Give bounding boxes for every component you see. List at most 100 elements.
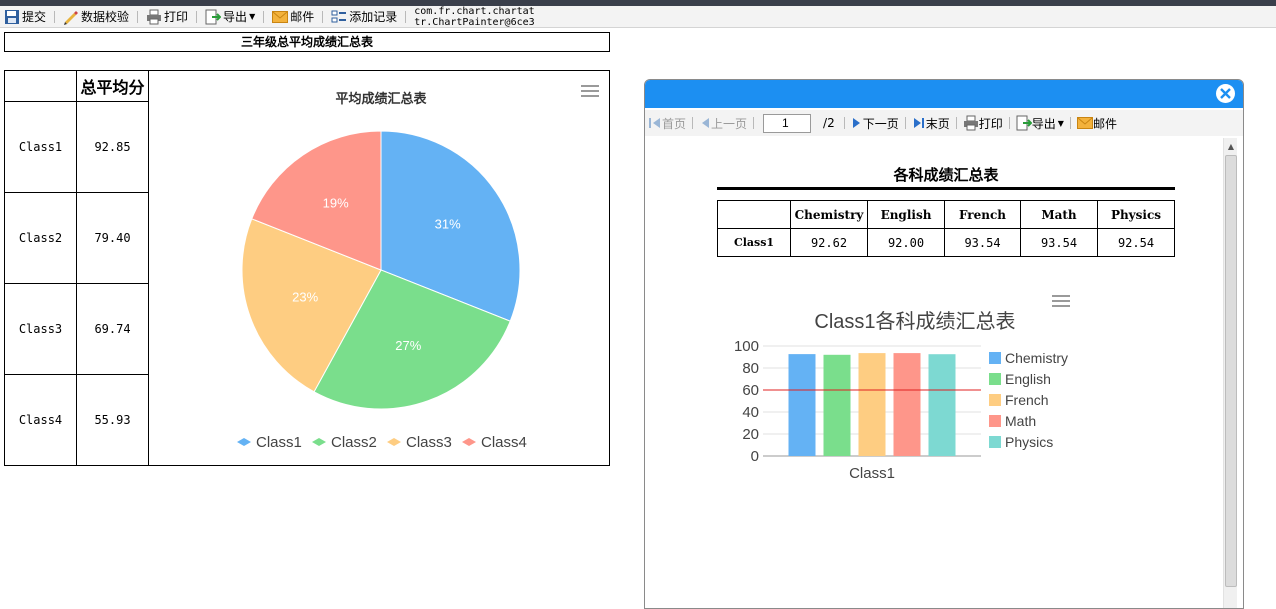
row-label: Class1	[717, 228, 791, 257]
legend-label[interactable]: French	[1005, 392, 1049, 408]
toolbar-separator	[753, 117, 755, 129]
export-button[interactable]: 导出 ▼	[201, 6, 259, 28]
pie-slice-label: 31%	[435, 217, 461, 232]
table-row: Class1 92.62 92.00 93.54 93.54 92.54	[717, 228, 1175, 257]
first-page-label: 首页	[662, 116, 687, 131]
page-number-input[interactable]	[763, 113, 812, 133]
average-header: 总平均分	[77, 71, 148, 102]
toolbar-separator	[692, 117, 694, 129]
submit-button[interactable]: 提交	[0, 6, 50, 28]
x-tick-label: Class1	[849, 465, 895, 482]
class-cell: Class1	[5, 102, 76, 193]
legend-label[interactable]: Class4	[481, 434, 527, 451]
add-record-icon	[331, 10, 347, 22]
bar-math[interactable]	[893, 353, 921, 456]
data-validation-button[interactable]: 数据校验	[59, 6, 133, 28]
data-validation-label: 数据校验	[81, 10, 130, 24]
mail-label: 邮件	[290, 10, 315, 24]
average-value-cell: 79.40	[77, 193, 148, 284]
legend-label[interactable]: Class1	[256, 434, 302, 451]
dialog-header	[645, 80, 1243, 108]
printer-icon	[963, 115, 978, 131]
last-page-label: 末页	[925, 116, 950, 131]
debug-text-line2: tr.ChartPainter@6ce3	[414, 16, 535, 28]
last-page-icon	[913, 118, 924, 128]
average-value-cell: 55.93	[94, 413, 131, 427]
pie-slice-label: 23%	[292, 289, 318, 304]
pie-slice-label: 27%	[395, 338, 421, 353]
legend-label[interactable]: Math	[1005, 413, 1036, 429]
scroll-up-icon[interactable]: ▲	[1224, 138, 1238, 154]
bar-physics[interactable]	[928, 354, 956, 456]
average-value-cell: 92.85	[77, 102, 148, 193]
table-cell: 92.62	[790, 228, 868, 257]
add-record-button[interactable]: 添加记录	[327, 6, 401, 28]
mail-button[interactable]: 邮件	[268, 6, 318, 28]
first-page-button[interactable]: 首页	[645, 112, 689, 134]
bar-english[interactable]	[823, 354, 851, 456]
y-tick-label: 100	[734, 338, 759, 355]
vertical-scrollbar[interactable]: ▲	[1223, 138, 1238, 608]
close-button[interactable]	[1216, 84, 1235, 103]
table-cell: 93.54	[1020, 228, 1098, 257]
legend-marker	[989, 436, 1001, 448]
class-cell: Class3	[5, 284, 76, 375]
save-icon	[5, 9, 19, 24]
column-header: Math	[1020, 200, 1098, 229]
subject-table-title: 各科成绩汇总表	[717, 164, 1175, 190]
legend-label[interactable]: Chemistry	[1005, 350, 1068, 366]
summary-table: Class1 Class2 Class3 Class4 总平均分 92.85 7…	[4, 70, 610, 466]
legend-label[interactable]: Physics	[1005, 434, 1053, 450]
y-tick-label: 40	[742, 404, 759, 421]
legend-label[interactable]: English	[1005, 371, 1051, 387]
column-header: Chemistry	[790, 200, 868, 229]
chart-menu-icon[interactable]	[581, 85, 599, 99]
pie-chart: 平均成绩汇总表 31% 27% 23% 19% Class1 Class2 Class3 Cla…	[149, 71, 609, 465]
pie-title: 平均成绩汇总表	[335, 91, 427, 106]
submit-label: 提交	[22, 10, 47, 24]
class-cell: Class2	[5, 193, 76, 284]
toolbar-separator	[1069, 117, 1071, 129]
close-icon	[1220, 88, 1231, 99]
legend-marker	[237, 438, 251, 446]
table-header-row: Chemistry English French Math Physics	[717, 200, 1175, 229]
dialog-content: 各科成绩汇总表 Chemistry English French Math Ph…	[645, 138, 1225, 608]
export-icon	[205, 9, 222, 24]
printer-icon	[147, 9, 162, 24]
chevron-down-icon: ▼	[249, 12, 256, 21]
scroll-thumb[interactable]	[1225, 155, 1237, 587]
legend-label[interactable]: Class3	[406, 434, 452, 451]
next-page-label: 下一页	[862, 116, 899, 131]
class-cell: Class4	[18, 413, 63, 427]
bar-french[interactable]	[858, 353, 886, 456]
column-header: French	[944, 200, 1021, 229]
table-cell: 92.00	[867, 228, 945, 257]
prev-page-button[interactable]: 上一页	[696, 112, 750, 134]
y-tick-label: 60	[742, 382, 759, 399]
header-empty-cell	[5, 71, 76, 102]
header-empty-cell	[717, 200, 791, 229]
dialog-print-button[interactable]: 打印	[960, 112, 1006, 134]
legend-label[interactable]: Class2	[331, 434, 377, 451]
print-button[interactable]: 打印	[142, 6, 192, 28]
toolbar-separator	[405, 10, 407, 23]
mail-icon	[1076, 117, 1093, 129]
chevron-down-icon: ▼	[1057, 118, 1064, 128]
subject-table: Chemistry English French Math Physics Cl…	[717, 200, 1175, 257]
next-page-button[interactable]: 下一页	[848, 112, 902, 134]
last-page-button[interactable]: 末页	[909, 112, 953, 134]
bar-chart-title: Class1各科成绩汇总表	[814, 310, 1015, 333]
y-tick-label: 20	[742, 426, 759, 443]
toolbar-separator	[904, 117, 906, 129]
dialog-export-button[interactable]: 导出 ▼	[1013, 112, 1067, 134]
mail-icon	[272, 10, 289, 23]
bar-chemistry[interactable]	[788, 354, 816, 456]
debug-object-text: com.fr.chart.chartat tr.ChartPainter@6ce…	[414, 6, 534, 28]
main-toolbar: 提交 数据校验 打印 导出 ▼ 邮件 添加记录 com.fr.chart.cha…	[0, 6, 1276, 28]
legend-marker	[989, 394, 1001, 406]
legend-marker	[989, 352, 1001, 364]
report-title: 三年级总平均成绩汇总表	[4, 32, 610, 52]
legend-marker	[312, 438, 326, 446]
dialog-toolbar: 首页 上一页 /2 下一页 末页 打印 导出 ▼	[645, 110, 1243, 136]
dialog-mail-button[interactable]: 邮件	[1074, 112, 1120, 134]
